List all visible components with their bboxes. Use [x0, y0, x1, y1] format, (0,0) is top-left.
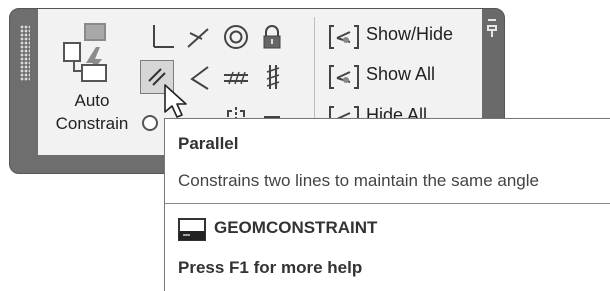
auto-constrain-button[interactable]: Auto Constrain	[44, 15, 140, 139]
lock-icon	[263, 25, 281, 49]
show-hide-button[interactable]: Show/Hide	[328, 21, 480, 51]
auto-constrain-icon	[63, 23, 107, 82]
command-window-icon	[178, 218, 206, 241]
show-all-button[interactable]: Show All	[328, 61, 480, 91]
auto-constrain-label-line2: Constrain	[55, 114, 129, 133]
tooltip-separator	[165, 203, 610, 204]
horizontal-icon	[224, 71, 248, 85]
concentric-button[interactable]	[220, 21, 252, 53]
vertical-icon	[266, 65, 280, 89]
auto-constrain-label-line1: Auto	[74, 91, 110, 110]
concentric-icon	[224, 25, 248, 49]
show-all-icon	[329, 65, 359, 89]
collinear-icon	[187, 28, 209, 48]
coincident-icon	[153, 25, 174, 48]
tooltip-description: Constrains two lines to maintain the sam…	[178, 171, 539, 190]
tooltip-title: Parallel	[178, 134, 239, 153]
collinear-button[interactable]	[182, 21, 214, 53]
mouse-cursor-icon	[164, 84, 187, 118]
show-hide-label: Show/Hide	[366, 24, 454, 44]
fix-button[interactable]	[256, 21, 288, 53]
pin-icon	[487, 19, 497, 37]
horizontal-button[interactable]	[220, 61, 252, 93]
show-hide-icon	[329, 25, 359, 49]
show-all-label: Show All	[366, 64, 436, 84]
tooltip-command-name: GEOMCONSTRAINT	[214, 218, 378, 237]
parallel-tooltip: Parallel Constrains two lines to maintai…	[164, 118, 610, 291]
coincident-button[interactable]	[146, 21, 178, 53]
panel-grip-handle[interactable]	[20, 25, 30, 81]
vertical-button[interactable]	[256, 61, 288, 93]
perpendicular-icon	[190, 66, 209, 90]
tooltip-help-hint: Press F1 for more help	[178, 258, 363, 277]
screen: Auto Constrain Show/Hide Show All Hide A…	[0, 0, 610, 291]
